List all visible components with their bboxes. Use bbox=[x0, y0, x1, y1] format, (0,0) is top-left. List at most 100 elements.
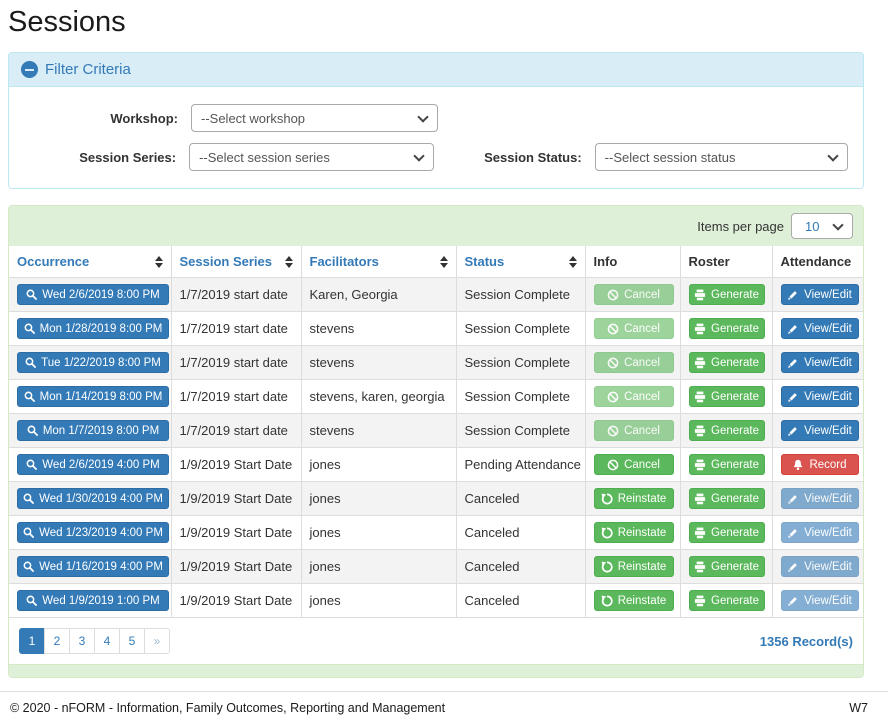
generate-button[interactable]: Generate bbox=[689, 352, 765, 373]
view-edit-button[interactable]: View/Edit bbox=[781, 556, 859, 577]
occurrence-button-label: Wed 1/16/2019 4:00 PM bbox=[39, 561, 163, 573]
workshop-label: Workshop: bbox=[24, 111, 191, 126]
undo-icon bbox=[601, 595, 613, 607]
generate-button[interactable]: Generate bbox=[689, 386, 765, 407]
page-button-5[interactable]: 5 bbox=[119, 628, 145, 654]
cancel-button[interactable]: Cancel bbox=[594, 386, 674, 407]
search-icon bbox=[24, 391, 35, 402]
column-header-attendance: Attendance bbox=[772, 246, 863, 278]
cancel-button[interactable]: Cancel bbox=[594, 318, 674, 339]
cancel-button[interactable]: Cancel bbox=[594, 420, 674, 441]
session-series-cell: 1/9/2019 Start Date bbox=[171, 516, 301, 550]
generate-button[interactable]: Generate bbox=[689, 318, 765, 339]
occurrence-button[interactable]: Wed 2/6/2019 4:00 PM bbox=[17, 454, 169, 475]
occurrence-button[interactable]: Wed 1/30/2019 4:00 PM bbox=[17, 488, 169, 509]
session-series-label: Session Series: bbox=[24, 150, 189, 165]
facilitators-cell: stevens, karen, georgia bbox=[301, 380, 456, 414]
facilitators-cell: jones bbox=[301, 482, 456, 516]
pencil-icon bbox=[787, 357, 799, 369]
occurrence-button[interactable]: Wed 1/23/2019 4:00 PM bbox=[17, 522, 169, 543]
search-icon bbox=[26, 459, 37, 470]
occurrence-button[interactable]: Wed 1/16/2019 4:00 PM bbox=[17, 556, 169, 577]
cancel-button[interactable]: Cancel bbox=[594, 352, 674, 373]
reinstate-button[interactable]: Reinstate bbox=[594, 556, 674, 577]
occurrence-button[interactable]: Mon 1/14/2019 8:00 PM bbox=[17, 386, 169, 407]
record-button[interactable]: Record bbox=[781, 454, 859, 475]
occurrence-button[interactable]: Tue 1/22/2019 8:00 PM bbox=[17, 352, 169, 373]
session-series-cell: 1/9/2019 Start Date bbox=[171, 584, 301, 618]
page-button-2[interactable]: 2 bbox=[44, 628, 70, 654]
filter-panel-heading[interactable]: Filter Criteria bbox=[9, 53, 863, 87]
occurrence-button[interactable]: Mon 1/7/2019 8:00 PM bbox=[17, 420, 169, 441]
chevron-down-icon bbox=[413, 150, 424, 161]
printer-icon bbox=[694, 459, 706, 471]
page-button-3[interactable]: 3 bbox=[69, 628, 95, 654]
occurrence-button[interactable]: Wed 2/6/2019 8:00 PM bbox=[17, 284, 169, 305]
sort-icon[interactable] bbox=[440, 256, 448, 268]
status-cell: Canceled bbox=[456, 584, 585, 618]
column-header-occurrence[interactable]: Occurrence bbox=[9, 246, 171, 278]
occurrence-button[interactable]: Mon 1/28/2019 8:00 PM bbox=[17, 318, 169, 339]
chevron-down-icon bbox=[417, 111, 428, 122]
cancel-button[interactable]: Cancel bbox=[594, 284, 674, 305]
ban-icon bbox=[607, 425, 619, 437]
generate-button[interactable]: Generate bbox=[689, 488, 765, 509]
table-row: Mon 1/28/2019 8:00 PM 1/7/2019 start dat… bbox=[9, 312, 863, 346]
page-title: Sessions bbox=[8, 6, 864, 39]
page-button-4[interactable]: 4 bbox=[94, 628, 120, 654]
page-footer: © 2020 - nFORM - Information, Family Out… bbox=[0, 691, 888, 715]
occurrence-button[interactable]: Wed 1/9/2019 1:00 PM bbox=[17, 590, 169, 611]
view-edit-button[interactable]: View/Edit bbox=[781, 386, 859, 407]
search-icon bbox=[23, 527, 34, 538]
search-icon bbox=[23, 493, 34, 504]
cancel-button[interactable]: Cancel bbox=[594, 454, 674, 475]
workshop-select[interactable]: --Select workshop bbox=[191, 104, 438, 132]
session-series-select[interactable]: --Select session series bbox=[189, 143, 433, 171]
occurrence-button-label: Wed 1/23/2019 4:00 PM bbox=[39, 527, 163, 539]
view-edit-button[interactable]: View/Edit bbox=[781, 522, 859, 543]
column-header-roster: Roster bbox=[680, 246, 772, 278]
session-status-select-value: --Select session status bbox=[605, 150, 736, 165]
printer-icon bbox=[694, 493, 706, 505]
view-edit-button[interactable]: View/Edit bbox=[781, 284, 859, 305]
reinstate-button[interactable]: Reinstate bbox=[594, 590, 674, 611]
printer-icon bbox=[694, 595, 706, 607]
reinstate-button[interactable]: Reinstate bbox=[594, 522, 674, 543]
page-button-1[interactable]: 1 bbox=[19, 628, 45, 654]
sort-icon[interactable] bbox=[569, 256, 577, 268]
undo-icon bbox=[601, 493, 613, 505]
generate-button[interactable]: Generate bbox=[689, 522, 765, 543]
generate-button[interactable]: Generate bbox=[689, 454, 765, 475]
sort-icon[interactable] bbox=[285, 256, 293, 268]
session-status-select[interactable]: --Select session status bbox=[595, 143, 848, 171]
search-icon bbox=[23, 561, 34, 572]
column-header-facilitators[interactable]: Facilitators bbox=[301, 246, 456, 278]
generate-button[interactable]: Generate bbox=[689, 284, 765, 305]
bell-icon bbox=[792, 459, 804, 471]
items-per-page-select[interactable]: 10 bbox=[791, 213, 853, 239]
occurrence-button-label: Wed 2/6/2019 8:00 PM bbox=[42, 289, 159, 301]
reinstate-button[interactable]: Reinstate bbox=[594, 488, 674, 509]
status-cell: Session Complete bbox=[456, 278, 585, 312]
next-pages-button[interactable]: » bbox=[144, 628, 170, 654]
sort-icon[interactable] bbox=[155, 256, 163, 268]
view-edit-button[interactable]: View/Edit bbox=[781, 590, 859, 611]
generate-button[interactable]: Generate bbox=[689, 590, 765, 611]
sessions-panel-heading: Items per page 10 bbox=[9, 206, 863, 246]
printer-icon bbox=[694, 527, 706, 539]
view-edit-button[interactable]: View/Edit bbox=[781, 318, 859, 339]
facilitators-cell: stevens bbox=[301, 414, 456, 448]
view-edit-button[interactable]: View/Edit bbox=[781, 420, 859, 441]
view-edit-button[interactable]: View/Edit bbox=[781, 488, 859, 509]
column-header-status[interactable]: Status bbox=[456, 246, 585, 278]
column-header-session-series[interactable]: Session Series bbox=[171, 246, 301, 278]
generate-button[interactable]: Generate bbox=[689, 556, 765, 577]
search-icon bbox=[26, 595, 37, 606]
generate-button[interactable]: Generate bbox=[689, 420, 765, 441]
items-per-page-label: Items per page bbox=[697, 219, 784, 234]
main-container: Sessions Filter Criteria Workshop: --Sel… bbox=[8, 6, 864, 678]
session-series-cell: 1/7/2019 start date bbox=[171, 278, 301, 312]
collapse-minus-icon[interactable] bbox=[21, 61, 38, 78]
view-edit-button[interactable]: View/Edit bbox=[781, 352, 859, 373]
facilitators-cell: jones bbox=[301, 448, 456, 482]
